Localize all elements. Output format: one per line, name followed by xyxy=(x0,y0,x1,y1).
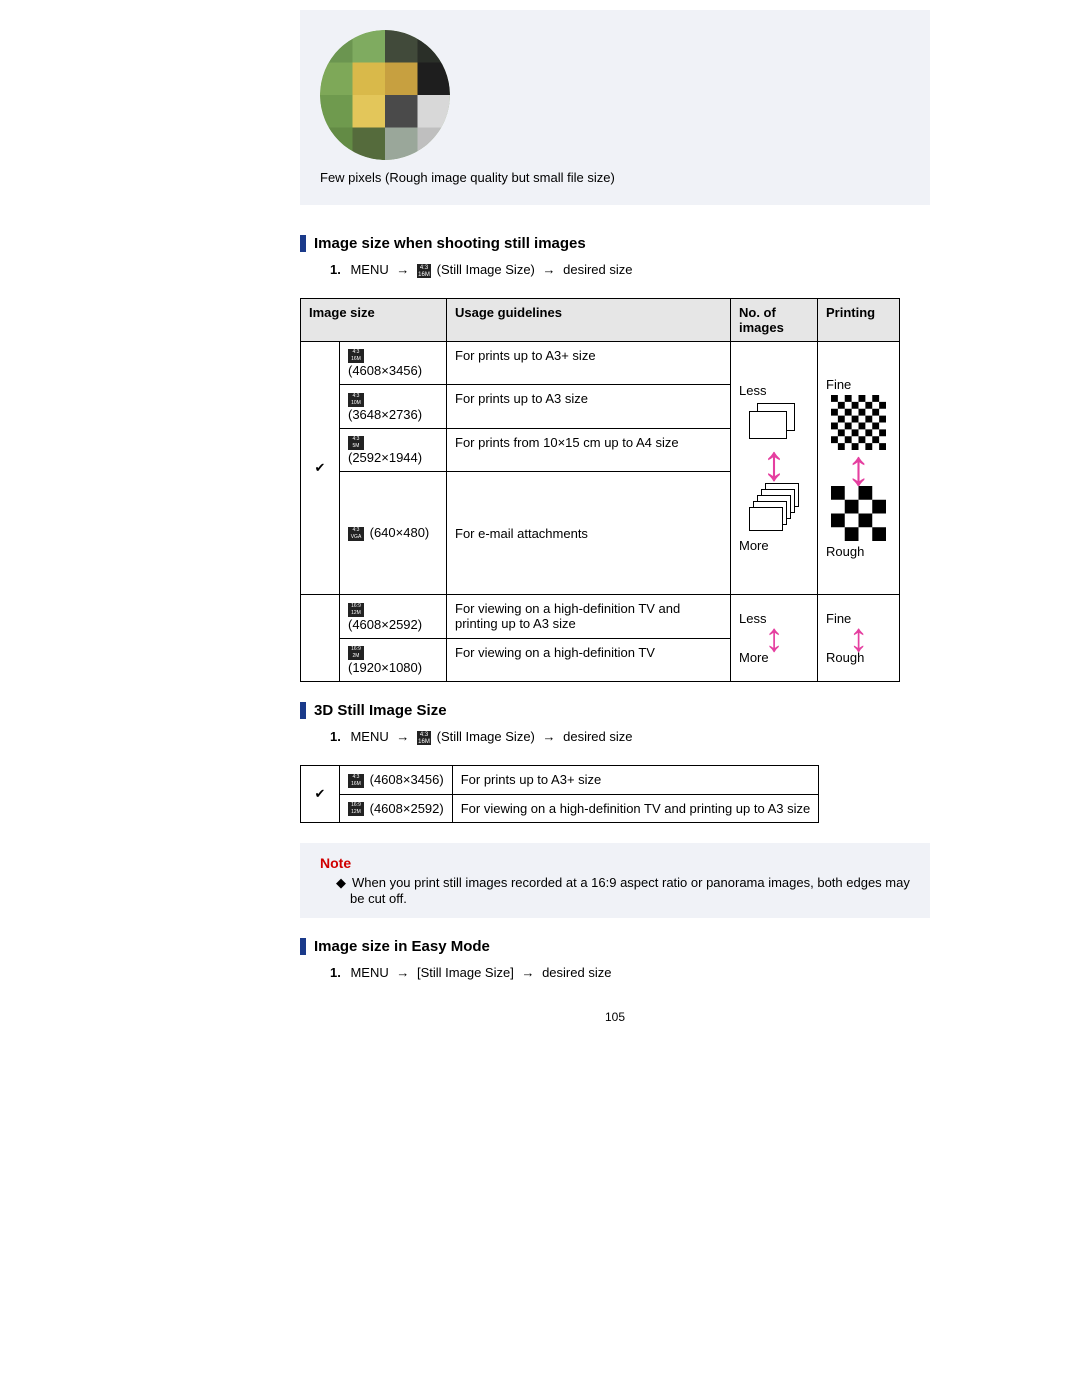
usage-cell: For viewing on a high-definition TV xyxy=(447,638,731,682)
instruction-2: 1. MENU → 4:316M (Still Image Size) → de… xyxy=(300,729,930,745)
rough-label: Rough xyxy=(826,544,891,559)
no-images-indicator-2: Less ↕ More xyxy=(731,595,818,682)
step-number: 1. xyxy=(330,965,341,980)
checkmark-icon: ✔ xyxy=(301,765,340,822)
usage-cell: For prints up to A3+ size xyxy=(452,765,819,794)
note-title: Note xyxy=(320,855,910,871)
resolution: (640×480) xyxy=(370,525,430,540)
resolution: (4608×2592) xyxy=(370,801,444,816)
desired-size-label: desired size xyxy=(542,965,611,980)
step-number: 1. xyxy=(330,262,341,277)
many-pages-icon xyxy=(749,483,799,533)
fine-label: Fine xyxy=(826,377,891,392)
note-text: When you print still images recorded at … xyxy=(350,875,910,906)
ratio-icon: 4:3VGA xyxy=(348,527,364,541)
usage-cell: For prints up to A3+ size xyxy=(447,341,731,385)
3d-image-size-table: ✔ 4:316M (4608×3456) For prints up to A3… xyxy=(300,765,819,823)
arrow-icon: → xyxy=(543,262,556,277)
arrow-icon: → xyxy=(396,965,409,980)
less-label: Less xyxy=(739,383,809,398)
printing-indicator-2: Fine ↕ Rough xyxy=(818,595,900,682)
ratio-icon: 16:912M xyxy=(348,603,364,617)
still-image-size-icon: 4:316M xyxy=(417,264,431,278)
th-image-size: Image size xyxy=(301,298,447,341)
usage-cell: For viewing on a high-definition TV and … xyxy=(447,595,731,639)
still-image-size-label: (Still Image Size) xyxy=(437,262,535,277)
resolution: (4608×3456) xyxy=(348,363,422,378)
table-row: 16:912M (4608×2592) For viewing on a hig… xyxy=(301,794,819,823)
ratio-icon: 4:316M xyxy=(348,774,364,788)
heading-easy-mode: Image size in Easy Mode xyxy=(300,938,930,955)
size-cell: 16:92M (1920×1080) xyxy=(340,638,447,682)
th-printing: Printing xyxy=(818,298,900,341)
resolution: (3648×2736) xyxy=(348,407,422,422)
menu-label: MENU xyxy=(350,965,388,980)
instruction-3: 1. MENU → [Still Image Size] → desired s… xyxy=(300,965,930,980)
usage-cell: For e-mail attachments xyxy=(447,472,731,595)
usage-cell: For prints up to A3 size xyxy=(447,385,731,429)
table-row: ✔ 4:316M (4608×3456) For prints up to A3… xyxy=(301,765,819,794)
still-image-size-label: (Still Image Size) xyxy=(437,729,535,744)
th-no-images: No. of images xyxy=(731,298,818,341)
pixelated-sample-image xyxy=(320,30,450,160)
printing-indicator: Fine ↕ xyxy=(818,341,900,595)
instruction-1: 1. MENU → 4:316M (Still Image Size) → de… xyxy=(300,262,930,278)
size-cell: 16:912M (4608×2592) xyxy=(340,794,453,823)
heading-image-size-shooting: Image size when shooting still images xyxy=(300,235,930,252)
bullet-diamond-icon: ◆ xyxy=(336,875,346,890)
size-cell: 4:310M (3648×2736) xyxy=(340,385,447,429)
ratio-icon: 4:310M xyxy=(348,393,364,407)
updown-arrow-icon: ↕ xyxy=(826,453,891,483)
size-cell: 4:316M (4608×3456) xyxy=(340,765,453,794)
arrow-icon: → xyxy=(543,729,556,744)
updown-arrow-icon: ↕ xyxy=(739,448,809,478)
quality-example-box: Few pixels (Rough image quality but smal… xyxy=(300,10,930,205)
few-pages-icon xyxy=(749,403,799,443)
arrow-icon: → xyxy=(396,262,409,277)
size-cell: 4:3VGA (640×480) xyxy=(340,472,447,595)
menu-label: MENU xyxy=(350,729,388,744)
ratio-icon: 16:912M xyxy=(348,802,364,816)
resolution: (4608×2592) xyxy=(348,617,422,632)
size-cell: 16:912M (4608×2592) xyxy=(340,595,447,639)
no-images-indicator: Less ↕ More xyxy=(731,341,818,595)
updown-arrow-icon: ↕ xyxy=(739,626,809,650)
still-image-size-label: [Still Image Size] xyxy=(417,965,514,980)
ratio-icon: 4:35M xyxy=(348,436,364,450)
table-row: 16:912M (4608×2592) For viewing on a hig… xyxy=(301,595,900,639)
table-row: ✔ 4:316M (4608×3456) For prints up to A3… xyxy=(301,341,900,385)
pixelated-circle-icon xyxy=(320,30,450,160)
size-cell: 4:35M (2592×1944) xyxy=(340,428,447,472)
ratio-icon: 4:316M xyxy=(348,349,364,363)
usage-cell: For viewing on a high-definition TV and … xyxy=(452,794,819,823)
pixelated-caption: Few pixels (Rough image quality but smal… xyxy=(320,170,910,185)
resolution: (2592×1944) xyxy=(348,450,422,465)
step-number: 1. xyxy=(330,729,341,744)
note-box: Note ◆ When you print still images record… xyxy=(300,843,930,918)
resolution: (1920×1080) xyxy=(348,660,422,675)
th-usage: Usage guidelines xyxy=(447,298,731,341)
rough-checker-icon xyxy=(831,486,886,541)
resolution: (4608×3456) xyxy=(370,772,444,787)
menu-label: MENU xyxy=(350,262,388,277)
arrow-icon: → xyxy=(521,965,534,980)
page-number: 105 xyxy=(300,1010,930,1024)
still-image-size-icon: 4:316M xyxy=(417,731,431,745)
ratio-icon: 16:92M xyxy=(348,646,364,660)
arrow-icon: → xyxy=(396,729,409,744)
rough-label: Rough xyxy=(826,650,891,665)
more-label: More xyxy=(739,538,809,553)
heading-3d-still: 3D Still Image Size xyxy=(300,702,930,719)
usage-cell: For prints from 10×15 cm up to A4 size xyxy=(447,428,731,472)
checkmark-icon: ✔ xyxy=(301,341,340,595)
updown-arrow-icon: ↕ xyxy=(826,626,891,650)
desired-size-label: desired size xyxy=(563,729,632,744)
note-item: ◆ When you print still images recorded at… xyxy=(320,875,910,906)
size-cell: 4:316M (4608×3456) xyxy=(340,341,447,385)
desired-size-label: desired size xyxy=(563,262,632,277)
image-size-table: Image size Usage guidelines No. of image… xyxy=(300,298,900,683)
